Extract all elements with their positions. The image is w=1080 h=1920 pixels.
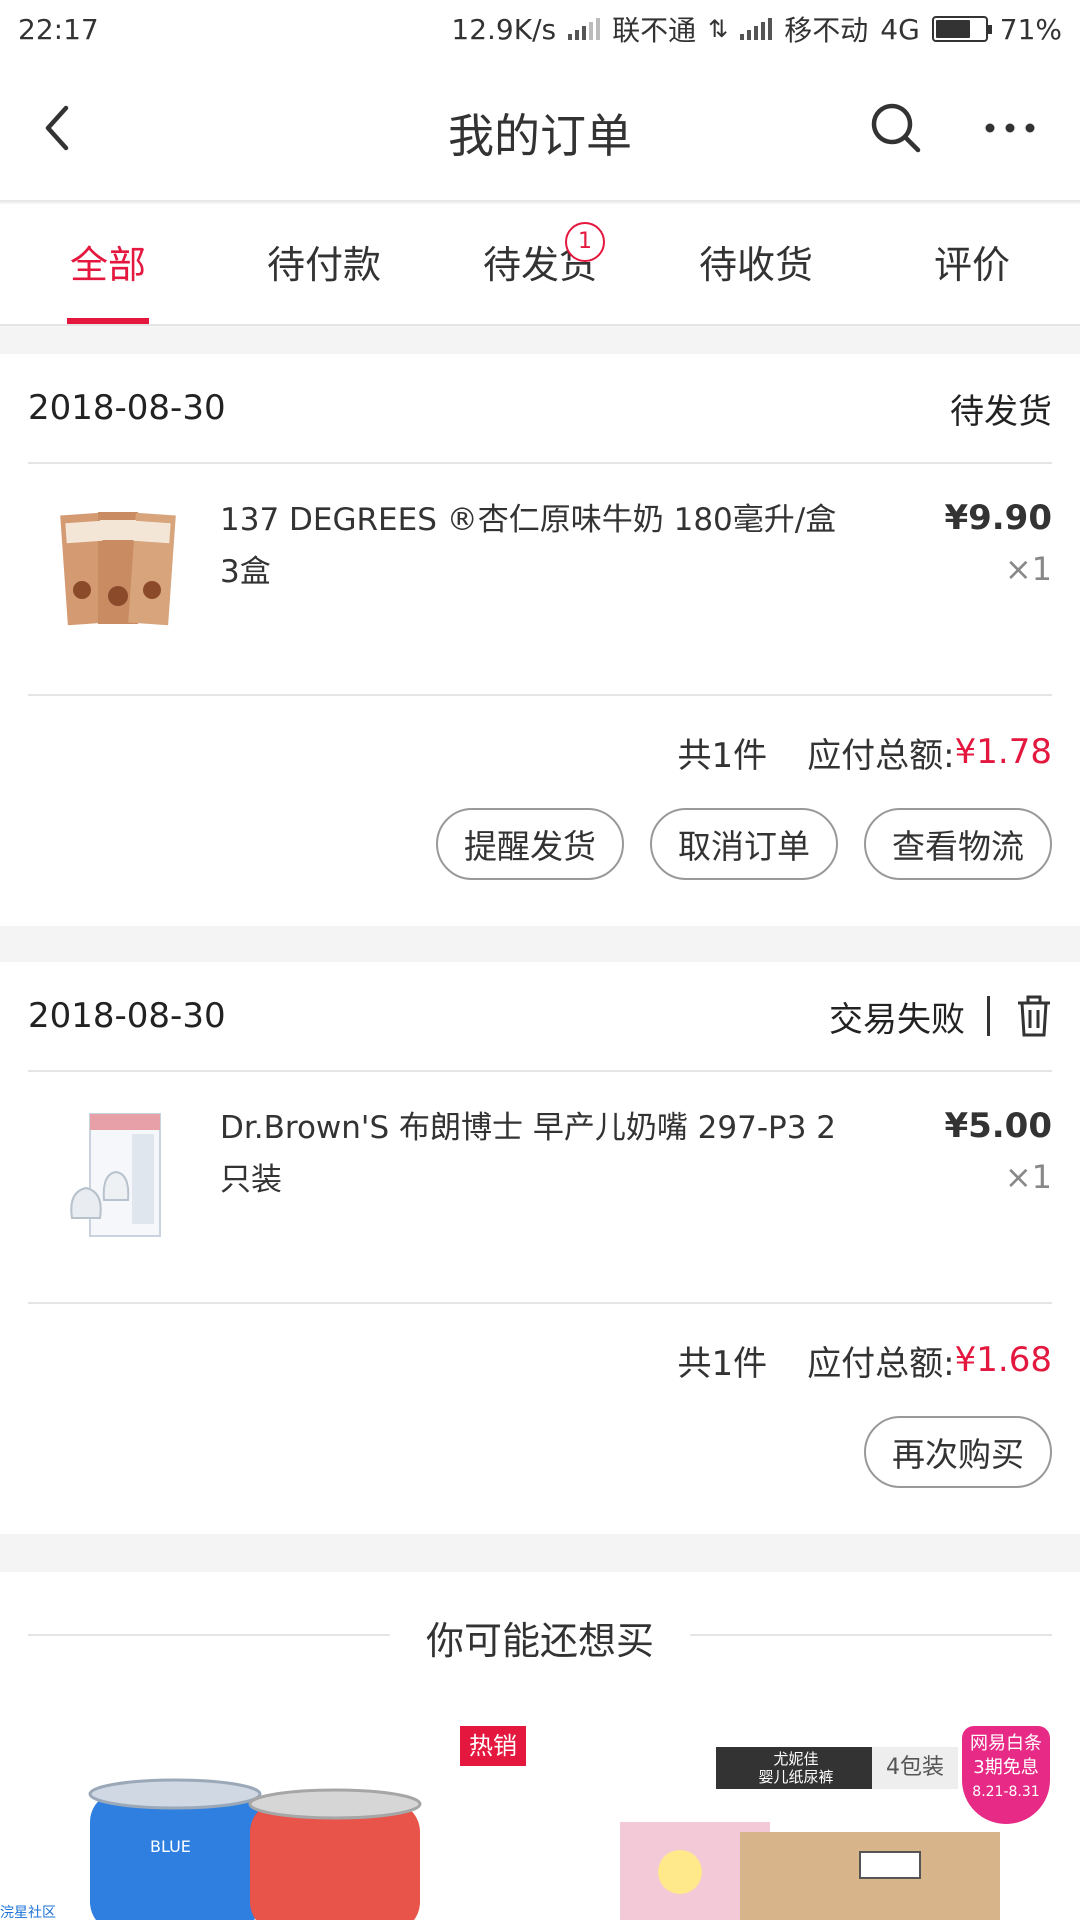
- svg-text:BLUE: BLUE: [150, 1837, 191, 1856]
- nav-bar: 我的订单: [0, 58, 1080, 202]
- total-label: 应付总额:: [807, 735, 955, 776]
- order-tabs: 全部 待付款 待发货 1 待收货 评价: [0, 204, 1080, 326]
- tab-review[interactable]: 评价: [864, 204, 1080, 324]
- battery-icon: [931, 16, 992, 42]
- brand-name: 尤妮佳: [773, 1750, 819, 1768]
- tab-badge: 1: [565, 222, 605, 262]
- promo-badge: 网易白条 3期免息 8.21-8.31: [962, 1726, 1050, 1824]
- tab-pending-payment[interactable]: 待付款: [216, 204, 432, 324]
- signal-icon-2: [740, 18, 773, 40]
- item-count: 共1件: [677, 735, 768, 776]
- tab-label: 待收货: [698, 243, 813, 287]
- trash-icon[interactable]: [1016, 995, 1052, 1037]
- battery-percent: 71%: [999, 12, 1062, 46]
- divider-line: [690, 1634, 1052, 1636]
- carrier-1: 联不通: [612, 14, 697, 47]
- product-quantity: ×1: [1004, 550, 1052, 588]
- nipple-package-image: [70, 1113, 161, 1237]
- total-amount: ¥1.68: [954, 1340, 1052, 1380]
- active-tab-indicator: [67, 318, 149, 324]
- order-actions: 提醒发货 取消订单 查看物流: [28, 808, 1052, 926]
- tab-label: 待付款: [266, 243, 381, 287]
- promo-dates: 8.21-8.31: [972, 1784, 1040, 1800]
- data-arrows-icon: ⇅: [708, 15, 729, 43]
- product-name: 137 DEGREES ®杏仁原味牛奶 180毫升/盒 3盒: [220, 502, 837, 590]
- order-product[interactable]: Dr.Brown'S 布朗博士 早产儿奶嘴 297-P3 2只装 ¥5.00 ×…: [28, 1072, 1052, 1304]
- brand-chip: 尤妮佳 婴儿纸尿裤: [716, 1747, 876, 1789]
- tab-label: 全部: [69, 243, 146, 287]
- community-link[interactable]: 浣星社区: [0, 1902, 56, 1920]
- product-price: ¥9.90: [944, 498, 1052, 538]
- pack-label: 4包装: [872, 1747, 958, 1789]
- almond-milk-image: [60, 512, 176, 626]
- network-type: 4G: [880, 12, 920, 46]
- order-card[interactable]: 2018-08-30 待发货 137 DEGREES ®杏仁原味牛奶 180毫升…: [0, 354, 1080, 926]
- total-amount: ¥1.78: [954, 732, 1052, 772]
- promo-line-1: 网易白条: [970, 1733, 1042, 1754]
- tab-pending-shipment[interactable]: 待发货 1: [432, 204, 648, 324]
- drink-cans-image[interactable]: BLUE: [0, 1772, 540, 1920]
- item-count: 共1件: [677, 1343, 768, 1384]
- brand-category: 婴儿纸尿裤: [758, 1768, 834, 1786]
- search-icon[interactable]: [866, 98, 926, 158]
- order-header: 2018-08-30 待发货: [28, 354, 1052, 464]
- product-quantity: ×1: [1004, 1158, 1052, 1196]
- hot-sale-tag: 热销: [460, 1726, 526, 1766]
- order-status-label: 交易失败: [829, 999, 965, 1040]
- order-summary: 共1件 应付总额: ¥1.78: [28, 696, 1052, 808]
- buy-again-button[interactable]: 再次购买: [864, 1416, 1052, 1488]
- promo-line-2: 3期免息: [973, 1757, 1039, 1778]
- order-date: 2018-08-30: [28, 388, 226, 428]
- order-summary: 共1件 应付总额: ¥1.68: [28, 1304, 1052, 1416]
- status-right: 12.9K/s 联不通 ⇅ 移不动 4G 71%: [451, 9, 1062, 49]
- tab-all[interactable]: 全部: [0, 204, 216, 324]
- total-label: 应付总额:: [807, 1343, 955, 1384]
- order-card[interactable]: 2018-08-30 交易失败 Dr.Brown'S 布朗博士 早产儿奶嘴 29…: [0, 962, 1080, 1534]
- product-price: ¥5.00: [944, 1106, 1052, 1146]
- cancel-order-button[interactable]: 取消订单: [650, 808, 838, 880]
- status-divider: [987, 996, 990, 1036]
- status-bar: 22:17 12.9K/s 联不通 ⇅ 移不动 4G 71%: [0, 0, 1080, 58]
- order-date: 2018-08-30: [28, 996, 226, 1036]
- recommendations: 你可能还想买 BLUE 热销 尤妮佳 婴儿纸尿裤 4包装 网易白条 3期免息 8…: [0, 1572, 1080, 1920]
- diaper-package-image[interactable]: [600, 1772, 1020, 1920]
- order-header: 2018-08-30 交易失败: [28, 962, 1052, 1072]
- order-status: 待发货: [950, 384, 1052, 433]
- order-status-label: 待发货: [950, 391, 1052, 432]
- more-icon[interactable]: [980, 98, 1040, 158]
- recommendations-title: 你可能还想买: [425, 1619, 654, 1663]
- network-speed: 12.9K/s: [451, 12, 557, 46]
- signal-icon: [568, 18, 601, 40]
- status-time: 22:17: [18, 12, 99, 46]
- view-logistics-button[interactable]: 查看物流: [864, 808, 1052, 880]
- carrier-2: 移不动: [784, 14, 869, 47]
- order-product[interactable]: 137 DEGREES ®杏仁原味牛奶 180毫升/盒 3盒 ¥9.90 ×1: [28, 464, 1052, 696]
- remind-shipment-button[interactable]: 提醒发货: [436, 808, 624, 880]
- tab-label: 评价: [933, 243, 1010, 287]
- product-name: Dr.Brown'S 布朗博士 早产儿奶嘴 297-P3 2只装: [220, 1110, 837, 1198]
- order-actions: 再次购买: [28, 1416, 1052, 1534]
- order-status: 交易失败: [829, 992, 1052, 1041]
- tab-pending-receipt[interactable]: 待收货: [648, 204, 864, 324]
